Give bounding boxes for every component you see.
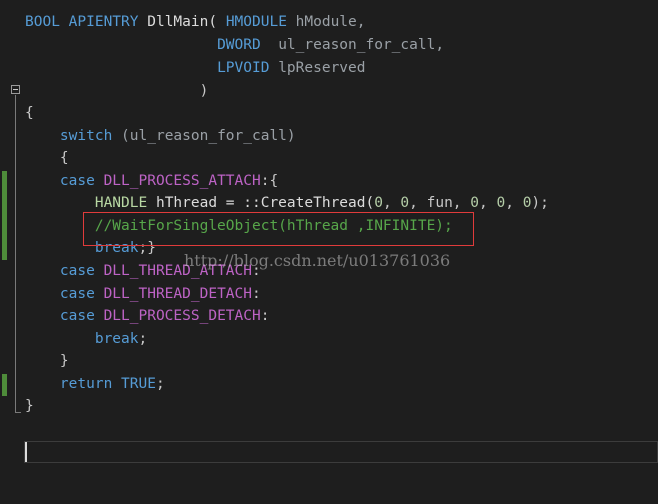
token-close-paren: ): [199, 83, 209, 99]
token-return: return: [59, 376, 113, 392]
code-line-7[interactable]: {: [25, 147, 69, 169]
token-reason-param: ul_reason_for_call,: [278, 37, 445, 53]
token-handle-type: HANDLE: [94, 195, 148, 211]
code-line-6[interactable]: switch (ul_reason_for_call): [25, 125, 296, 147]
token-punct: :: [251, 286, 261, 302]
token-punct: ,: [382, 195, 392, 211]
code-line-4[interactable]: ): [25, 80, 209, 102]
token-case: case: [59, 173, 95, 189]
code-line-1[interactable]: BOOL APIENTRY DllMain( HMODULE hModule,: [25, 11, 366, 33]
token-number: 0: [400, 195, 410, 211]
token-number: 0: [374, 195, 383, 211]
token-dword: DWORD: [217, 37, 261, 53]
highlight-annotation-box: [83, 212, 474, 246]
change-indicator: [2, 171, 7, 193]
token-punct: ,: [505, 195, 514, 211]
token-punct: ;: [155, 376, 165, 392]
token-break: break: [94, 331, 139, 347]
token-case: case: [59, 286, 95, 302]
token-dllmain: DllMain(: [147, 14, 218, 30]
token-punct: );: [531, 195, 549, 211]
code-line-14[interactable]: case DLL_PROCESS_DETACH:: [25, 305, 270, 327]
token-reserved-param: lpReserved: [278, 60, 366, 76]
token-open-brace: {: [25, 105, 34, 121]
token-close-brace: }: [59, 353, 69, 369]
token-close-brace: }: [25, 398, 34, 414]
token-punct: :{: [260, 173, 279, 189]
token-open-brace: {: [59, 150, 69, 166]
code-line-2[interactable]: DWORD ul_reason_for_call,: [25, 34, 444, 56]
token-case: case: [59, 263, 95, 279]
code-line-5[interactable]: {: [25, 102, 34, 124]
token-number: 0: [470, 195, 480, 211]
token-punct: :: [260, 308, 270, 324]
code-line-18[interactable]: }: [25, 395, 34, 417]
code-line-9[interactable]: HANDLE hThread = ::CreateThread(0, 0, fu…: [25, 192, 549, 214]
code-line-15[interactable]: break;: [25, 328, 147, 350]
token-hmodule-type: HMODULE: [225, 14, 287, 30]
token-create-thread: hThread = ::CreateThread(: [155, 195, 375, 211]
token-punct: , fun,: [409, 195, 462, 211]
token-dll-process-detach: DLL_PROCESS_DETACH: [103, 308, 261, 324]
code-editor[interactable]: BOOL APIENTRY DllMain( HMODULE hModule, …: [0, 0, 658, 504]
code-line-8[interactable]: case DLL_PROCESS_ATTACH:{: [25, 170, 278, 192]
watermark-text: http://blog.csdn.net/u013761036: [184, 251, 451, 270]
change-indicator: [2, 193, 7, 260]
token-switch: switch: [59, 128, 113, 144]
token-lpvoid: LPVOID: [217, 60, 270, 76]
token-punct: ;: [138, 331, 148, 347]
token-dll-thread-detach: DLL_THREAD_DETACH: [103, 286, 252, 302]
collapse-icon[interactable]: [11, 85, 20, 94]
code-line-17[interactable]: return TRUE;: [25, 373, 165, 395]
token-dll-process-attach: DLL_PROCESS_ATTACH: [103, 173, 261, 189]
code-line-3[interactable]: LPVOID lpReserved: [25, 57, 366, 79]
token-number: 0: [496, 195, 506, 211]
fold-guide-line: [15, 95, 16, 413]
code-line-13[interactable]: case DLL_THREAD_DETACH:: [25, 283, 261, 305]
code-line-16[interactable]: }: [25, 350, 69, 372]
change-indicator: [2, 374, 7, 396]
token-punct: ,: [479, 195, 488, 211]
token-switch-arg: (ul_reason_for_call): [121, 128, 296, 144]
token-case: case: [59, 308, 95, 324]
token-hmodule-param: hModule,: [295, 14, 366, 30]
token-true: TRUE: [121, 376, 156, 392]
current-line-highlight[interactable]: [24, 441, 658, 463]
token-bool: BOOL: [25, 14, 60, 30]
fold-guide-end: [15, 412, 21, 413]
text-caret: [25, 442, 27, 462]
token-apientry: APIENTRY: [68, 14, 139, 30]
